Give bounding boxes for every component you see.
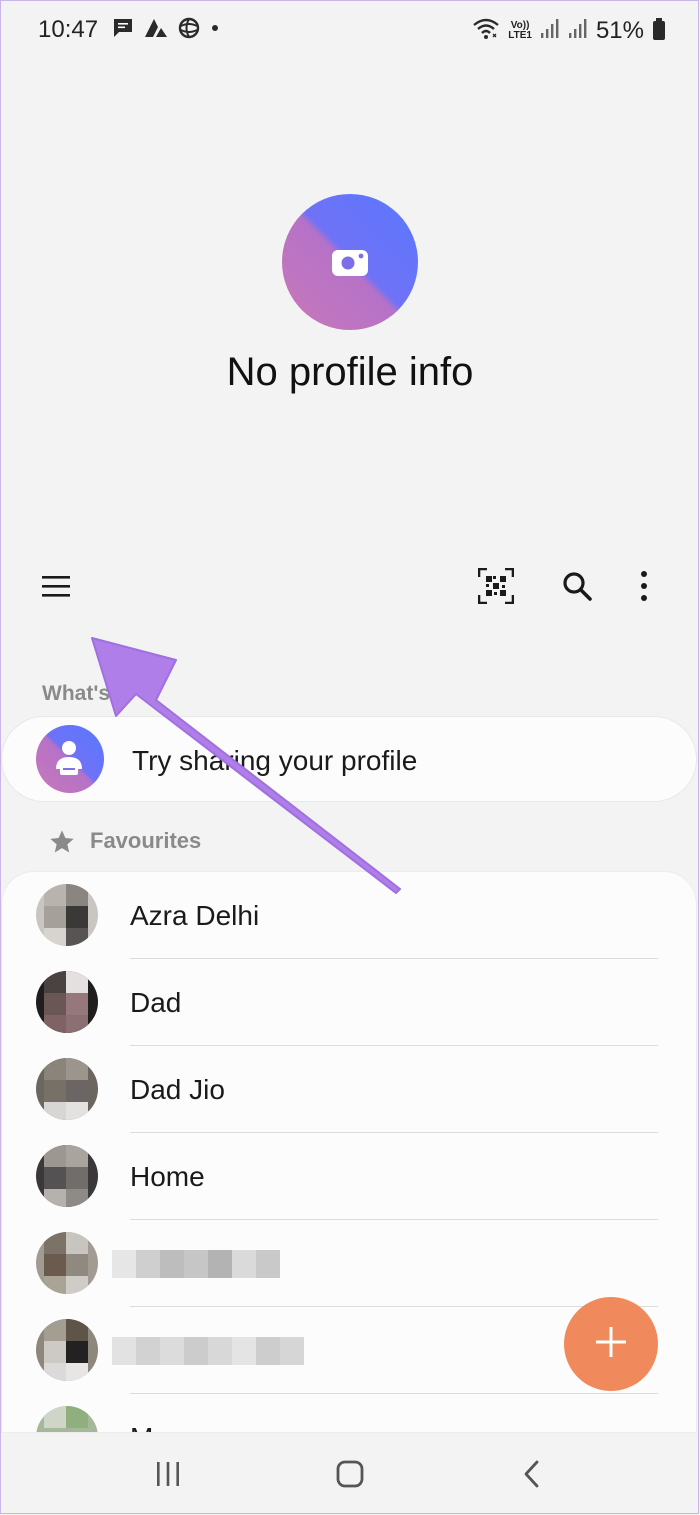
back-button[interactable] [502,1456,562,1496]
favourites-label: Favourites [90,828,202,853]
qr-code-icon [477,567,515,609]
person-share-icon [56,741,82,775]
app-notification-icon [144,17,168,44]
contact-name: Dad [130,987,182,1018]
status-time: 10:47 [38,16,99,43]
recents-button[interactable] [138,1456,198,1496]
contact-avatar [36,1406,98,1432]
share-profile-avatar [36,725,104,793]
globe-icon [178,17,200,44]
home-button[interactable] [320,1456,380,1496]
contact-row[interactable]: Azra Delhi [2,872,696,959]
contact-name: Azra Delhi [130,900,260,931]
contact-row[interactable]: Dad [2,959,696,1046]
contact-name: Mom [130,1422,192,1432]
contact-row[interactable]: Home [2,1133,696,1220]
status-bar: 10:47 Vo)) LTE1 51% [0,0,700,62]
contact-avatar [36,1145,98,1207]
contact-name: Home [130,1161,205,1192]
plus-icon [594,1325,628,1364]
hamburger-menu-button[interactable] [32,564,80,612]
redacted-name [112,1337,304,1365]
notification-icons [112,16,220,44]
more-options-button[interactable] [620,564,668,612]
contact-avatar [36,1058,98,1120]
signal-icon [568,18,588,45]
battery-icon [652,17,666,46]
message-icon [112,17,134,44]
contact-avatar [36,971,98,1033]
contact-avatar [36,884,98,946]
camera-icon [330,246,370,283]
whats-new-label: What's [42,682,110,705]
recents-icon [154,1461,182,1492]
battery-percent: 51% [595,17,644,44]
dot-icon [210,17,220,44]
contact-avatar [36,1232,98,1294]
hamburger-menu-icon [41,574,71,603]
contact-row[interactable]: Mom [2,1394,696,1432]
contact-row[interactable] [2,1220,696,1307]
system-status-icons: Vo)) LTE1 51% [472,16,666,46]
search-button[interactable] [553,564,601,612]
add-contact-button[interactable] [564,1297,658,1391]
share-profile-card[interactable]: Try sharing your profile [2,717,696,801]
home-icon [335,1459,365,1494]
signal-icon [540,18,560,45]
profile-avatar-button[interactable] [282,194,418,330]
profile-status-text: No profile info [226,350,474,394]
search-icon [561,570,593,607]
contact-name: Dad Jio [130,1074,225,1105]
contact-row[interactable]: Dad Jio [2,1046,696,1133]
navigation-bar [0,1434,700,1515]
wifi-icon [472,17,500,46]
star-icon [48,828,76,861]
volte-bottom-label: LTE1 [508,30,532,41]
volte-icon: Vo)) LTE1 [508,21,532,41]
contact-avatar [36,1319,98,1381]
back-icon [522,1459,542,1494]
more-vertical-icon [639,570,649,607]
qr-code-button[interactable] [472,564,520,612]
redacted-name [112,1250,280,1278]
contacts-screen: 10:47 Vo)) LTE1 51% No profile info What… [0,0,700,1515]
share-profile-text: Try sharing your profile [132,745,418,776]
